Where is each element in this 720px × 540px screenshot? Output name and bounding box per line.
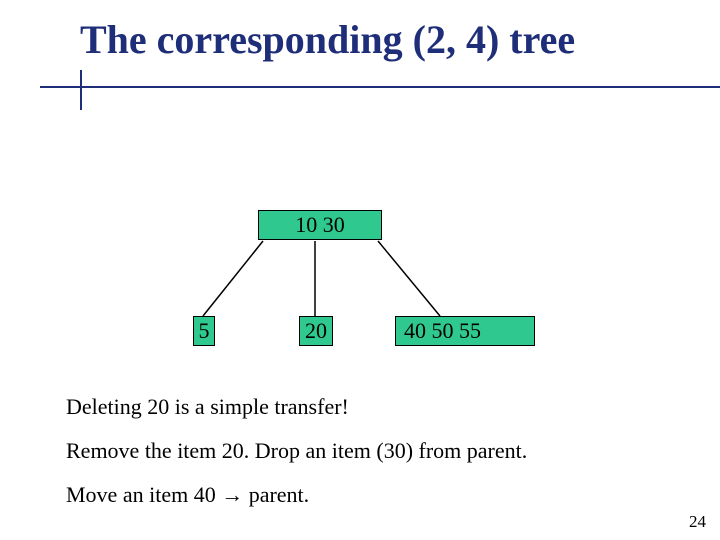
page-number: 24 [689, 512, 706, 532]
tree-child-label: 5 [199, 318, 210, 344]
tree-child-node: 20 [299, 316, 333, 346]
caption-line: Move an item 40 → parent. [66, 482, 309, 508]
tree-child-label: 40 50 55 [404, 318, 481, 344]
caption-line: Remove the item 20. Drop an item (30) fr… [66, 438, 527, 464]
slide-title-block: The corresponding (2, 4) tree [40, 18, 680, 62]
tree-root-node: 10 30 [258, 210, 382, 240]
slide-title: The corresponding (2, 4) tree [40, 18, 680, 62]
title-rule-vertical [80, 70, 82, 110]
tree-root-label: 10 30 [295, 212, 345, 238]
caption-line-part: Move an item 40 [66, 482, 221, 507]
caption-line-part: parent. [243, 482, 309, 507]
right-arrow-icon: → [221, 482, 243, 508]
tree-child-node: 40 50 55 [395, 316, 535, 346]
caption-line: Deleting 20 is a simple transfer! [66, 394, 349, 420]
tree-child-label: 20 [305, 318, 327, 344]
tree-child-node: 5 [193, 316, 215, 346]
title-rule-horizontal [40, 86, 720, 88]
